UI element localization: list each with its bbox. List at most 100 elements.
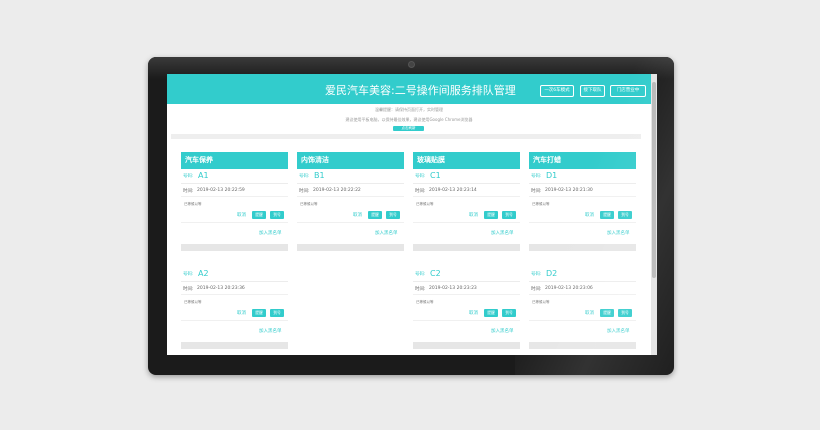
column-car-waxing: 汽车打蜡 号码: D1 时间: 2019-02-13 20:21:30 已等候以… xyxy=(529,152,636,355)
column-header: 内饰清洁 xyxy=(297,152,404,169)
cancel-link[interactable]: 取消 xyxy=(585,212,594,218)
divider xyxy=(529,320,636,321)
cancel-link[interactable]: 取消 xyxy=(469,310,478,316)
number-label: 号码: xyxy=(183,272,194,277)
ticket-time: 2019-02-13 20:23:23 xyxy=(429,286,477,291)
scrollbar-thumb[interactable] xyxy=(652,82,656,278)
remind-button[interactable]: 提醒 xyxy=(600,211,614,219)
notice-line-1: 温馨提醒：请保持页面打开，实时管理 xyxy=(375,107,443,112)
divider xyxy=(171,134,641,139)
divider xyxy=(413,294,520,295)
mode-button[interactable]: 一次6车模式 xyxy=(540,85,574,97)
arrive-button[interactable]: 到号 xyxy=(270,211,284,219)
remind-button[interactable]: 提醒 xyxy=(252,309,266,317)
blacklist-link[interactable]: 加入黑名单 xyxy=(607,328,630,334)
ticket-status: 已等候以等 xyxy=(300,202,318,206)
divider xyxy=(413,222,520,223)
number-label: 号码: xyxy=(183,174,194,179)
arrive-button[interactable]: 到号 xyxy=(502,309,516,317)
divider xyxy=(181,183,288,184)
column-car-maintenance: 汽车保养 号码: A1 时间: 2019-02-13 20:22:59 已等候以… xyxy=(181,152,288,355)
remind-button[interactable]: 提醒 xyxy=(600,309,614,317)
ticket-number: C1 xyxy=(430,171,441,180)
blacklist-link[interactable]: 加入黑名单 xyxy=(607,230,630,236)
ticket-card: 号码: A1 时间: 2019-02-13 20:22:59 已等候以等 取消 … xyxy=(181,169,288,267)
remind-button[interactable]: 提醒 xyxy=(368,211,382,219)
time-label: 时间: xyxy=(183,189,194,194)
card-footer xyxy=(529,342,636,349)
number-label: 号码: xyxy=(415,174,426,179)
blacklist-link[interactable]: 加入黑名单 xyxy=(259,328,282,334)
ticket-card: 号码: A2 时间: 2019-02-13 20:23:36 已等候以等 取消 … xyxy=(181,267,288,355)
column-header: 汽车打蜡 xyxy=(529,152,636,169)
queue-button[interactable]: 接下取队 xyxy=(580,85,605,97)
store-status-button[interactable]: 门店营业中 xyxy=(610,85,646,97)
arrive-button[interactable]: 到号 xyxy=(270,309,284,317)
column-header: 汽车保养 xyxy=(181,152,288,169)
ticket-number: C2 xyxy=(430,269,441,278)
divider xyxy=(181,222,288,223)
time-label: 时间: xyxy=(531,189,542,194)
arrive-button[interactable]: 到号 xyxy=(618,309,632,317)
remind-button[interactable]: 提醒 xyxy=(252,211,266,219)
ticket-time: 2019-02-13 20:23:06 xyxy=(545,286,593,291)
number-label: 号码: xyxy=(531,174,542,179)
cancel-link[interactable]: 取消 xyxy=(585,310,594,316)
divider xyxy=(529,281,636,282)
divider xyxy=(413,320,520,321)
ticket-card: 号码: B1 时间: 2019-02-13 20:22:22 已等候以等 取消 … xyxy=(297,169,404,267)
divider xyxy=(297,183,404,184)
ticket-card: 号码: D2 时间: 2019-02-13 20:23:06 已等候以等 取消 … xyxy=(529,267,636,355)
blacklist-link[interactable]: 加入黑名单 xyxy=(375,230,398,236)
arrive-button[interactable]: 到号 xyxy=(618,211,632,219)
card-footer xyxy=(181,244,288,251)
divider xyxy=(181,294,288,295)
ticket-number: A1 xyxy=(198,171,209,180)
number-label: 号码: xyxy=(531,272,542,277)
divider xyxy=(413,183,520,184)
ticket-number: D1 xyxy=(546,171,558,180)
ticket-time: 2019-02-13 20:22:59 xyxy=(197,188,245,193)
time-label: 时间: xyxy=(183,287,194,292)
remind-button[interactable]: 提醒 xyxy=(484,211,498,219)
ticket-card: 号码: D1 时间: 2019-02-13 20:21:30 已等候以等 取消 … xyxy=(529,169,636,267)
ticket-number: D2 xyxy=(546,269,558,278)
divider xyxy=(297,222,404,223)
cancel-link[interactable]: 取消 xyxy=(237,310,246,316)
cancel-link[interactable]: 取消 xyxy=(237,212,246,218)
remind-button[interactable]: 提醒 xyxy=(484,309,498,317)
divider xyxy=(181,196,288,197)
divider xyxy=(529,222,636,223)
page-title: 爱民汽车美容:二号操作间服务排队管理 xyxy=(325,84,516,97)
blacklist-link[interactable]: 加入黑名单 xyxy=(491,230,514,236)
column-header: 玻璃贴膜 xyxy=(413,152,520,169)
divider xyxy=(529,196,636,197)
divider xyxy=(529,294,636,295)
blacklist-link[interactable]: 加入黑名单 xyxy=(491,328,514,334)
cancel-link[interactable]: 取消 xyxy=(469,212,478,218)
refresh-button[interactable]: 点击刷新 xyxy=(393,126,424,131)
arrive-button[interactable]: 到号 xyxy=(502,211,516,219)
ticket-number: B1 xyxy=(314,171,325,180)
ticket-status: 已等候以等 xyxy=(416,202,434,206)
cancel-link[interactable]: 取消 xyxy=(353,212,362,218)
divider xyxy=(413,196,520,197)
time-label: 时间: xyxy=(415,189,426,194)
notice-line-2: 建议使用平板电脑，以保持最佳效果，建议使用Google Chrome浏览器 xyxy=(345,117,473,122)
card-footer xyxy=(413,244,520,251)
column-glass-film: 玻璃贴膜 号码: C1 时间: 2019-02-13 20:23:14 已等候以… xyxy=(413,152,520,355)
ticket-status: 已等候以等 xyxy=(416,300,434,304)
ticket-status: 已等候以等 xyxy=(532,202,550,206)
number-label: 号码: xyxy=(415,272,426,277)
ticket-status: 已等候以等 xyxy=(184,202,202,206)
divider xyxy=(413,281,520,282)
app-screen: 爱民汽车美容:二号操作间服务排队管理 一次6车模式 接下取队 门店营业中 温馨提… xyxy=(167,74,657,355)
ticket-status: 已等候以等 xyxy=(532,300,550,304)
divider xyxy=(529,183,636,184)
blacklist-link[interactable]: 加入黑名单 xyxy=(259,230,282,236)
time-label: 时间: xyxy=(531,287,542,292)
card-footer xyxy=(529,244,636,251)
arrive-button[interactable]: 到号 xyxy=(386,211,400,219)
camera-icon xyxy=(408,61,415,68)
column-interior-cleaning: 内饰清洁 号码: B1 时间: 2019-02-13 20:22:22 已等候以… xyxy=(297,152,404,267)
